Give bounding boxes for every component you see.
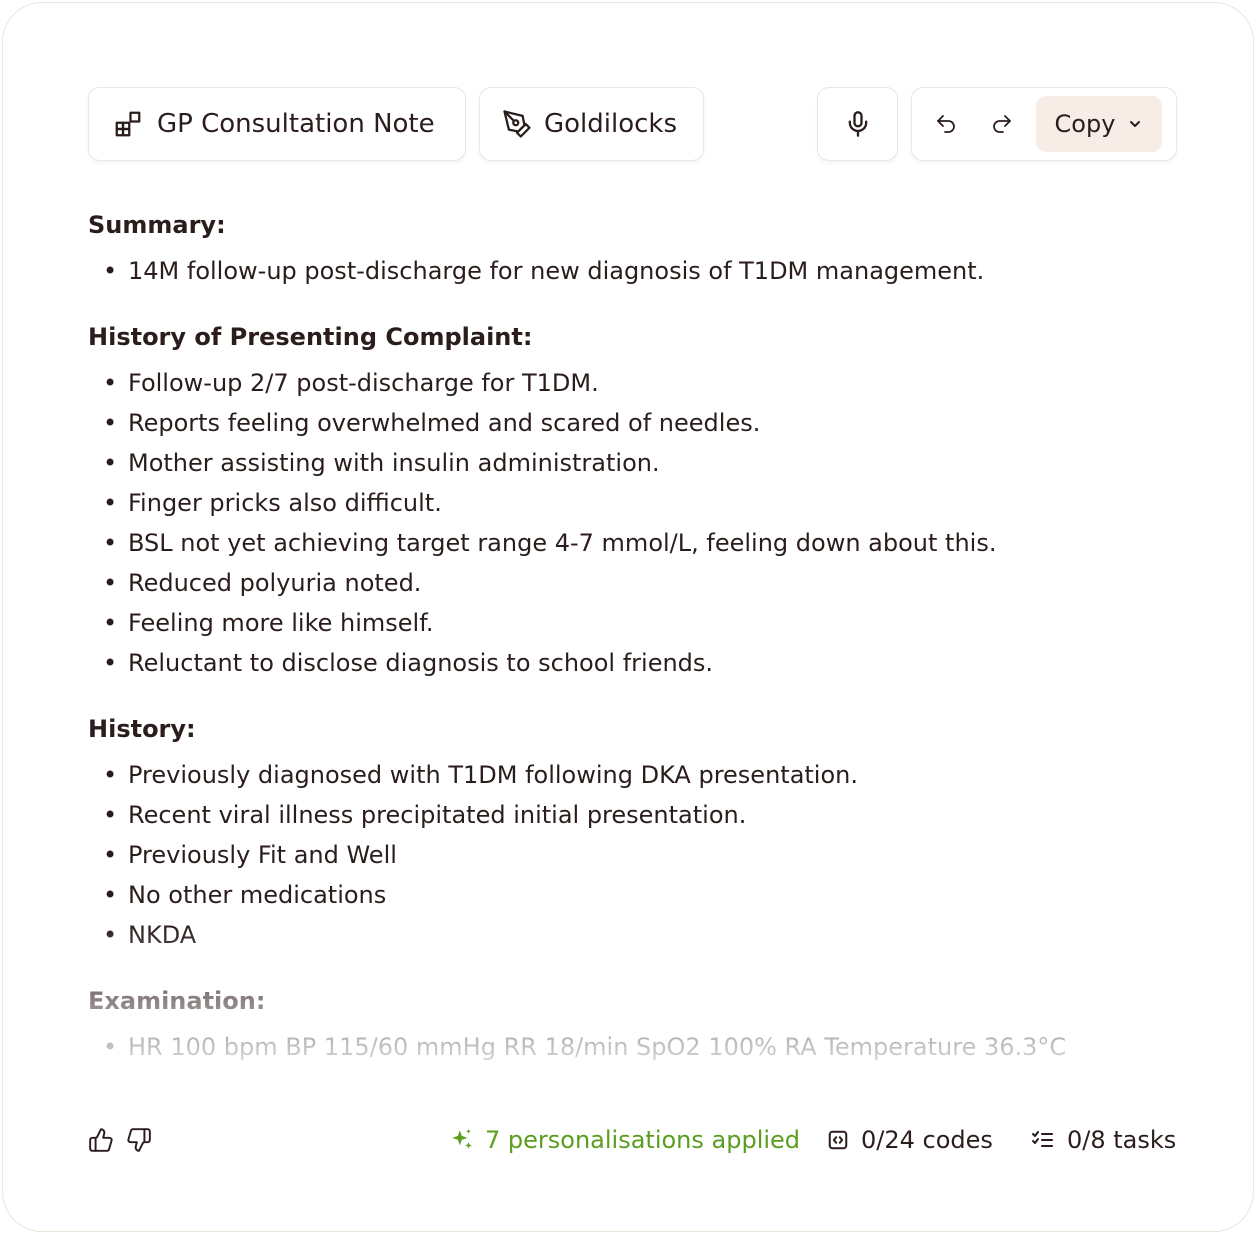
list-item: Reluctant to disclose diagnosis to schoo… [103,643,1178,683]
tasks-label: 0/8 tasks [1067,1126,1177,1154]
list-item: Recent viral illness precipitated initia… [103,795,1178,835]
list-item: Reduced polyuria noted. [103,563,1178,603]
thumbs-down-icon[interactable] [126,1127,152,1153]
feedback-buttons [88,1118,152,1162]
tasks-button[interactable]: 0/8 tasks [1031,1118,1176,1162]
bullet-list: Previously diagnosed with T1DM following… [88,755,1178,955]
microphone-icon [848,111,867,137]
note-card: GP Consultation Note Goldilocks Copy Sum… [2,2,1254,1232]
list-item: NKDA [103,915,1178,955]
template-icon [115,111,141,137]
style-selector-button[interactable]: Goldilocks [479,87,704,161]
section-title: History: [88,715,196,743]
template-label: GP Consultation Note [157,109,435,139]
list-item: Previously diagnosed with T1DM following… [103,755,1178,795]
codes-button[interactable]: 0/24 codes [827,1118,993,1162]
section-history: History: Previously diagnosed with T1DM … [88,707,1178,955]
bullet-list: 14M follow-up post-discharge for new dia… [88,251,1178,291]
undo-button[interactable] [918,96,974,152]
redo-icon [993,115,1011,133]
bullet-list: HR 100 bpm BP 115/60 mmHg RR 18/min SpO2… [88,1027,1178,1067]
style-label: Goldilocks [544,109,678,139]
section-title: History of Presenting Complaint: [88,323,533,351]
list-item: HR 100 bpm BP 115/60 mmHg RR 18/min SpO2… [103,1027,1178,1067]
undo-icon [937,115,955,133]
copy-button[interactable]: Copy [1036,96,1162,152]
bullet-list: Follow-up 2/7 post-discharge for T1DM. R… [88,363,1178,683]
section-title: Examination: [88,987,266,1015]
section-examination: Examination: HR 100 bpm BP 115/60 mmHg R… [88,979,1178,1067]
pen-tool-icon [503,110,531,138]
note-content[interactable]: Summary: 14M follow-up post-discharge fo… [88,203,1178,1073]
template-selector-button[interactable]: GP Consultation Note [88,87,466,161]
list-item: No other medications [103,875,1178,915]
codes-label: 0/24 codes [861,1126,993,1154]
personalisations-label: 7 personalisations applied [485,1126,801,1154]
list-item: 14M follow-up post-discharge for new dia… [103,251,1178,291]
list-item: Follow-up 2/7 post-discharge for T1DM. [103,363,1178,403]
dictate-button[interactable] [817,87,898,161]
thumbs-up-icon[interactable] [88,1127,114,1153]
list-item: Reports feeling overwhelmed and scared o… [103,403,1178,443]
section-history-of-presenting-complaint: History of Presenting Complaint: Follow-… [88,315,1178,683]
list-item: Previously Fit and Well [103,835,1178,875]
section-summary: Summary: 14M follow-up post-discharge fo… [88,203,1178,291]
copy-label: Copy [1054,110,1116,138]
edit-actions-group: Copy [911,87,1177,161]
section-title: Summary: [88,211,226,239]
sparkles-icon [452,1129,472,1149]
code-icon [828,1130,848,1150]
personalisations-button[interactable]: 7 personalisations applied [449,1118,800,1162]
list-item: Finger pricks also difficult. [103,483,1178,523]
list-item: Feeling more like himself. [103,603,1178,643]
list-item: BSL not yet achieving target range 4-7 m… [103,523,1178,563]
tasks-icon [1032,1131,1053,1147]
chevron-down-icon[interactable] [1127,116,1143,132]
list-item: Mother assisting with insulin administra… [103,443,1178,483]
redo-button[interactable] [974,96,1030,152]
